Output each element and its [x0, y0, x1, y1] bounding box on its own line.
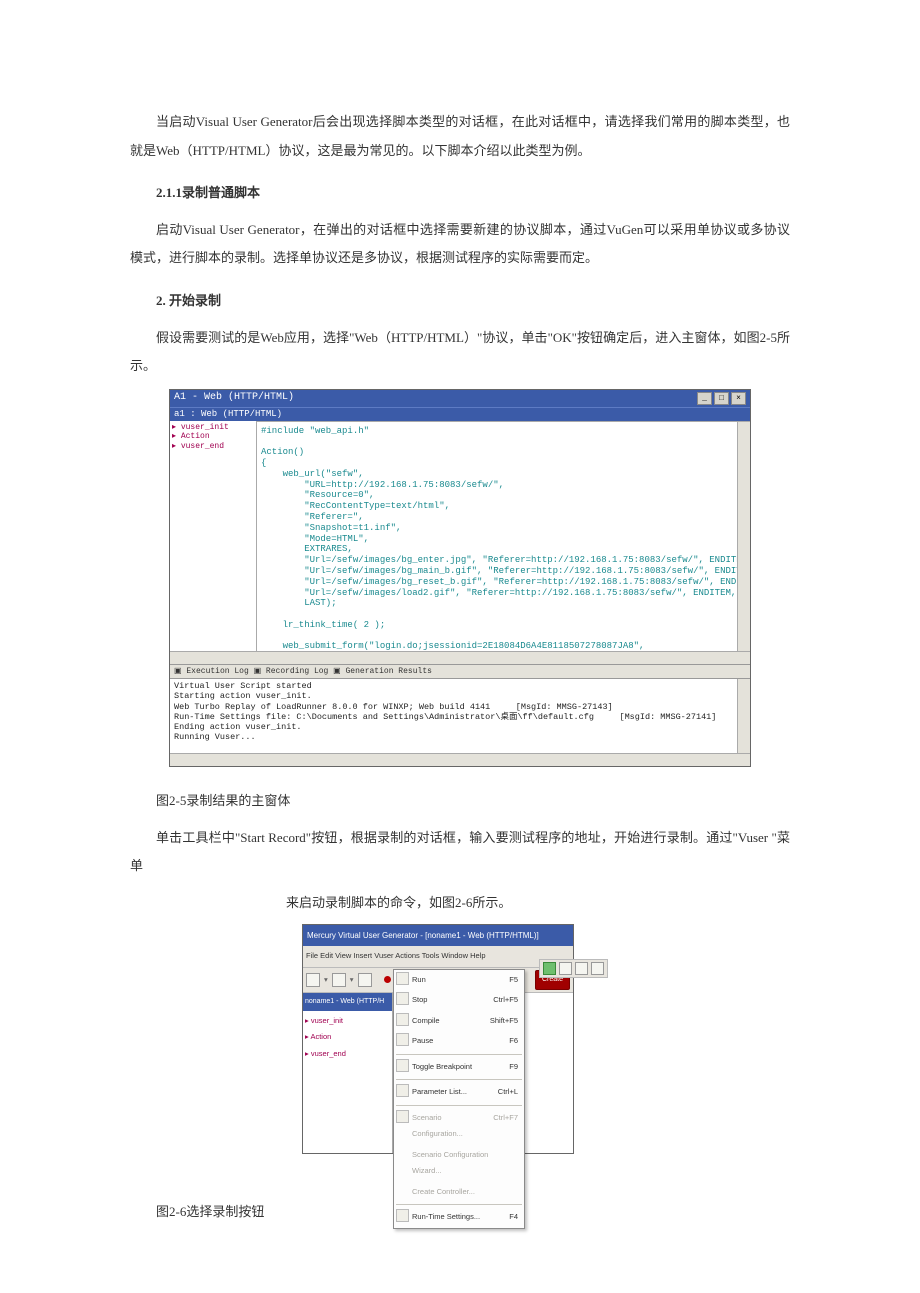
window-titlebar: A1 - Web (HTTP/HTML) _ □ ×	[170, 390, 750, 407]
toolbar-icon[interactable]	[559, 962, 572, 975]
tree-header: noname1 - Web (HTTP/H	[303, 993, 392, 1010]
log-scrollbar[interactable]	[737, 679, 750, 753]
window-title: A1 - Web (HTTP/HTML)	[174, 392, 294, 404]
tree-vuser-end[interactable]: vuser_end	[305, 1046, 390, 1063]
log-scrollbar-h[interactable]	[170, 753, 750, 766]
toolbar-icon[interactable]	[306, 973, 320, 987]
figure-2-5: A1 - Web (HTTP/HTML) _ □ × a1 : Web (HTT…	[169, 389, 751, 767]
menu-parameter-list[interactable]: Parameter List...Ctrl+L	[394, 1082, 524, 1103]
list-icon	[396, 1084, 409, 1097]
paragraph-3: 假设需要测试的是Web应用，选择"Web（HTTP/HTML）"协议，单击"OK…	[130, 324, 790, 381]
menu-separator	[396, 1105, 522, 1106]
paragraph-2: 启动Visual User Generator，在弹出的对话框中选择需要新建的协…	[130, 216, 790, 273]
menu-runtime-settings[interactable]: Run-Time Settings...F4	[394, 1207, 524, 1228]
menu-scenario-wizard: Scenario Configuration Wizard...	[394, 1145, 524, 1182]
record-icon[interactable]	[384, 976, 391, 983]
play-icon[interactable]	[543, 962, 556, 975]
tree-vuser-init[interactable]: vuser_init	[305, 1013, 390, 1030]
figure-2-6: Mercury Virtual User Generator - [noname…	[302, 924, 574, 1155]
vuser-menu: RunF5 StopCtrl+F5 CompileShift+F5 PauseF…	[393, 969, 525, 1229]
scrollbar-horizontal[interactable]	[170, 651, 750, 664]
window-buttons: _ □ ×	[697, 392, 746, 405]
menu-separator	[396, 1054, 522, 1055]
caption-2-5: 图2-5录制结果的主窗体	[130, 787, 790, 816]
tree-item-action[interactable]: Action	[172, 432, 254, 442]
config-icon	[396, 1110, 409, 1123]
pause-icon	[396, 1033, 409, 1046]
menu-separator	[396, 1204, 522, 1205]
document-page: 当启动Visual User Generator后会出现选择脚本类型的对话框，在…	[0, 0, 920, 1293]
paragraph-1: 当启动Visual User Generator后会出现选择脚本类型的对话框，在…	[130, 108, 790, 165]
execution-log[interactable]: Virtual User Script started Starting act…	[170, 678, 750, 753]
menu-pause[interactable]: PauseF6	[394, 1031, 524, 1052]
toolbar-icon[interactable]	[332, 973, 346, 987]
menu-separator	[396, 1079, 522, 1080]
heading-start-record: 2. 开始录制	[130, 287, 790, 316]
tree-item-vuser-end[interactable]: vuser_end	[172, 442, 254, 452]
settings-icon	[396, 1209, 409, 1222]
code-editor[interactable]: #include "web_api.h" Action() { web_url(…	[257, 421, 750, 651]
minimize-button[interactable]: _	[697, 392, 712, 405]
vugen-tree[interactable]: noname1 - Web (HTTP/H vuser_init Action …	[303, 993, 393, 1153]
breakpoint-icon	[396, 1059, 409, 1072]
log-content: Virtual User Script started Starting act…	[174, 681, 716, 742]
menu-breakpoint[interactable]: Toggle BreakpointF9	[394, 1057, 524, 1078]
menu-stop[interactable]: StopCtrl+F5	[394, 990, 524, 1011]
script-tree[interactable]: vuser_init Action vuser_end	[170, 421, 257, 651]
toolbar-icon[interactable]	[575, 962, 588, 975]
tree-item-vuser-init[interactable]: vuser_init	[172, 423, 254, 433]
tree-action[interactable]: Action	[305, 1029, 390, 1046]
menu-scenario-config: Scenario Configuration...Ctrl+F7	[394, 1108, 524, 1145]
menu-run[interactable]: RunF5	[394, 970, 524, 991]
close-button[interactable]: ×	[731, 392, 746, 405]
toolbar-icon[interactable]	[591, 962, 604, 975]
vugen-titlebar: Mercury Virtual User Generator - [noname…	[303, 925, 573, 947]
log-tabs[interactable]: ▣ Execution Log ▣ Recording Log ▣ Genera…	[170, 664, 750, 679]
paragraph-5: 来启动录制脚本的命令，如图2-6所示。	[286, 889, 790, 918]
window-subtitle: a1 : Web (HTTP/HTML)	[170, 407, 750, 421]
menu-compile[interactable]: CompileShift+F5	[394, 1011, 524, 1032]
vugen-title: Mercury Virtual User Generator - [noname…	[307, 927, 539, 945]
scrollbar-vertical[interactable]	[737, 422, 750, 651]
menubar[interactable]: File Edit View Insert Vuser Actions Tool…	[303, 946, 573, 968]
run-icon	[396, 972, 409, 985]
save-icon[interactable]	[358, 973, 372, 987]
compile-icon	[396, 1013, 409, 1026]
menu-create-controller: Create Controller...	[394, 1182, 524, 1203]
paragraph-4: 单击工具栏中"Start Record"按钮，根据录制的对话框，输入要测试程序的…	[130, 824, 790, 881]
toolbar-right	[539, 959, 608, 978]
maximize-button[interactable]: □	[714, 392, 729, 405]
stop-icon	[396, 992, 409, 1005]
heading-record-script: 2.1.1录制普通脚本	[130, 179, 790, 208]
code-content: #include "web_api.h" Action() { web_url(…	[261, 426, 750, 651]
